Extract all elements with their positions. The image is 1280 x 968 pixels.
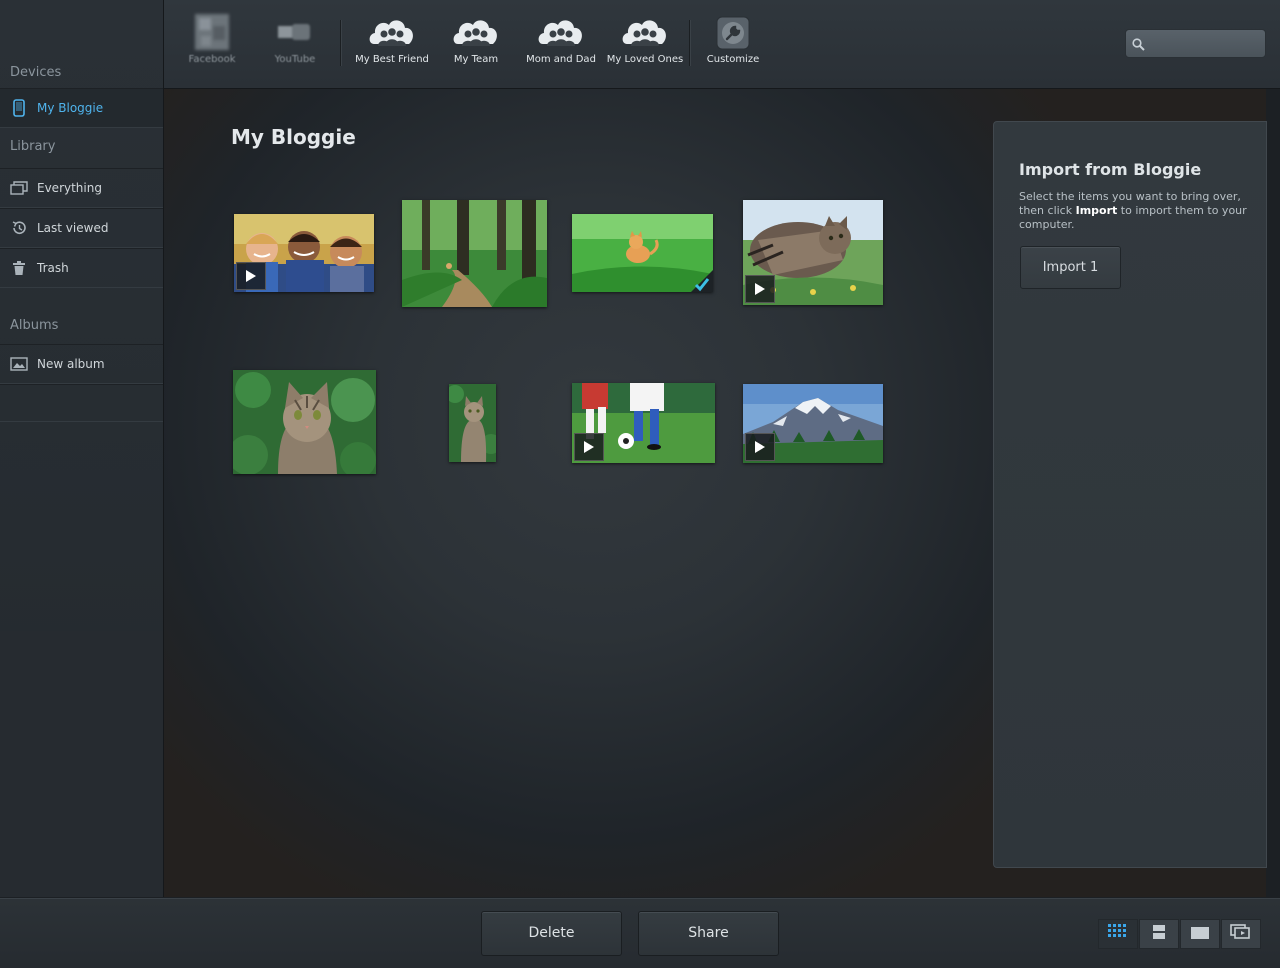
toolbar-divider	[340, 20, 342, 66]
share-group-mom-and-dad[interactable]: Mom and Dad	[519, 14, 603, 65]
toolbar-item-label: My Loved Ones	[606, 54, 684, 65]
media-thumbnail-kitten-grass[interactable]	[572, 214, 713, 292]
share-group-my-loved-ones[interactable]: My Loved Ones	[603, 14, 687, 65]
play-icon	[745, 275, 775, 303]
sidebar-item-trash[interactable]: Trash	[0, 248, 163, 288]
group-icon	[519, 14, 603, 50]
albums-section-label: Albums	[10, 318, 59, 333]
toolbar-item-label: Mom and Dad	[526, 54, 596, 65]
sidebar-item-my-bloggie[interactable]: My Bloggie	[0, 88, 163, 128]
import-panel: Import from Bloggie Select the items you…	[993, 121, 1267, 868]
slideshow-view-icon	[1230, 924, 1252, 944]
media-thumbnail-mountain[interactable]	[743, 384, 883, 463]
single-view-button[interactable]	[1139, 919, 1179, 949]
toolbar-item-label: My Team	[453, 54, 499, 65]
sidebar-footer-area	[0, 631, 163, 897]
sidebar-item-label: Last viewed	[37, 221, 109, 235]
media-thumbnail-forest-cat[interactable]	[402, 200, 547, 307]
media-thumbnail-children[interactable]	[234, 214, 374, 292]
sidebar-item-label: Trash	[37, 261, 69, 275]
bottom-bar: Delete Share	[0, 898, 1280, 968]
tabby-portrait-photo	[233, 370, 376, 474]
media-thumbnail-soccer[interactable]	[572, 383, 715, 463]
play-icon	[574, 433, 604, 461]
play-icon	[236, 262, 266, 290]
customize-button[interactable]: Customize	[691, 14, 775, 65]
sidebar-item-label: New album	[37, 357, 105, 371]
group-icon	[434, 14, 518, 50]
selected-check-icon	[677, 270, 713, 292]
import-panel-title: Import from Bloggie	[1019, 160, 1202, 179]
sidebar-item-label: Everything	[37, 181, 102, 195]
stack-icon	[10, 180, 28, 196]
media-thumbnail-tabby-portrait[interactable]	[233, 370, 376, 474]
youtube-icon	[253, 14, 337, 50]
media-thumbnail-tabby-flowers[interactable]	[743, 200, 883, 305]
tabby-sitting-photo	[449, 384, 496, 462]
view-mode-switcher	[1098, 919, 1262, 949]
sidebar-empty-row	[0, 384, 163, 422]
import-desc-bold: Import	[1075, 204, 1118, 217]
toolbar-item-label: Facebook	[188, 54, 236, 65]
devices-section-label: Devices	[10, 65, 62, 80]
search-input[interactable]	[1150, 34, 1262, 54]
page-title: My Bloggie	[231, 125, 356, 149]
slideshow-view-button[interactable]	[1221, 919, 1261, 949]
delete-button[interactable]: Delete	[481, 911, 622, 956]
history-icon	[10, 220, 28, 236]
toolbar-item-label: YouTube	[274, 54, 316, 65]
import-panel-description: Select the items you want to bring over,…	[1019, 190, 1249, 232]
sidebar-item-new-album[interactable]: New album	[0, 344, 163, 384]
grid-view-button[interactable]	[1098, 919, 1138, 949]
single-view-icon	[1152, 924, 1166, 944]
share-button[interactable]: Share	[638, 911, 779, 956]
facebook-share-button[interactable]: Facebook	[170, 14, 254, 65]
album-icon	[10, 356, 28, 372]
group-icon	[603, 14, 687, 50]
youtube-share-button[interactable]: YouTube	[253, 14, 337, 65]
play-icon	[745, 433, 775, 461]
sidebar: Devices My Bloggie Library Everything La…	[0, 0, 164, 897]
top-toolbar: Facebook YouTube My Best Friend My Team …	[164, 0, 1280, 89]
fullscreen-view-icon	[1190, 925, 1210, 944]
camera-device-icon	[10, 99, 28, 117]
fullscreen-view-button[interactable]	[1180, 919, 1220, 949]
share-group-my-best-friend[interactable]: My Best Friend	[350, 14, 434, 65]
search-icon	[1132, 36, 1145, 55]
sidebar-item-label: My Bloggie	[37, 101, 104, 115]
wrench-icon	[691, 14, 775, 50]
trash-icon	[10, 260, 28, 276]
group-icon	[350, 14, 434, 50]
media-thumbnail-tabby-sitting[interactable]	[449, 384, 496, 462]
forest-photo	[402, 200, 547, 307]
sidebar-item-everything[interactable]: Everything	[0, 168, 163, 208]
library-section-label: Library	[10, 139, 56, 154]
search-box[interactable]	[1125, 29, 1266, 58]
grid-view-icon	[1108, 924, 1128, 944]
import-button[interactable]: Import 1	[1020, 246, 1121, 289]
facebook-icon	[170, 14, 254, 50]
sidebar-item-last-viewed[interactable]: Last viewed	[0, 208, 163, 248]
share-group-my-team[interactable]: My Team	[434, 14, 518, 65]
toolbar-item-label: My Best Friend	[355, 54, 429, 65]
toolbar-item-label: Customize	[706, 54, 760, 65]
